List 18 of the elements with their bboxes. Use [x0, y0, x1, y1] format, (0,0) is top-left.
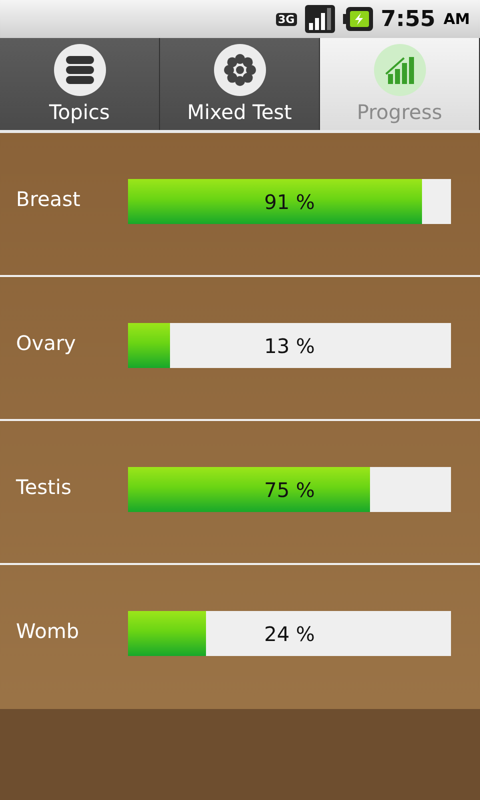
topic-name: Breast: [16, 187, 82, 211]
chart-icon: [374, 44, 426, 96]
battery-icon: [342, 7, 373, 31]
tab[interactable]: Topics: [0, 38, 160, 130]
topic-name: Womb: [16, 619, 80, 643]
progress-reading: 91 %: [264, 190, 315, 214]
progress-reading: 24 %: [264, 622, 315, 646]
progress-reading: 13 %: [264, 334, 315, 358]
topic-name: Ovary: [16, 331, 77, 355]
clock-time: 7:55: [380, 6, 436, 32]
network-type-icon: 3G: [276, 12, 297, 26]
progress-reading: 75 %: [264, 478, 315, 502]
tab[interactable]: Mixed Test: [160, 38, 320, 130]
topic-name: Testis: [16, 475, 72, 499]
flower-icon: [214, 44, 266, 96]
signal-icon: [304, 5, 335, 33]
clock-am-pm: AM: [443, 10, 470, 28]
stack-icon: [54, 44, 106, 96]
